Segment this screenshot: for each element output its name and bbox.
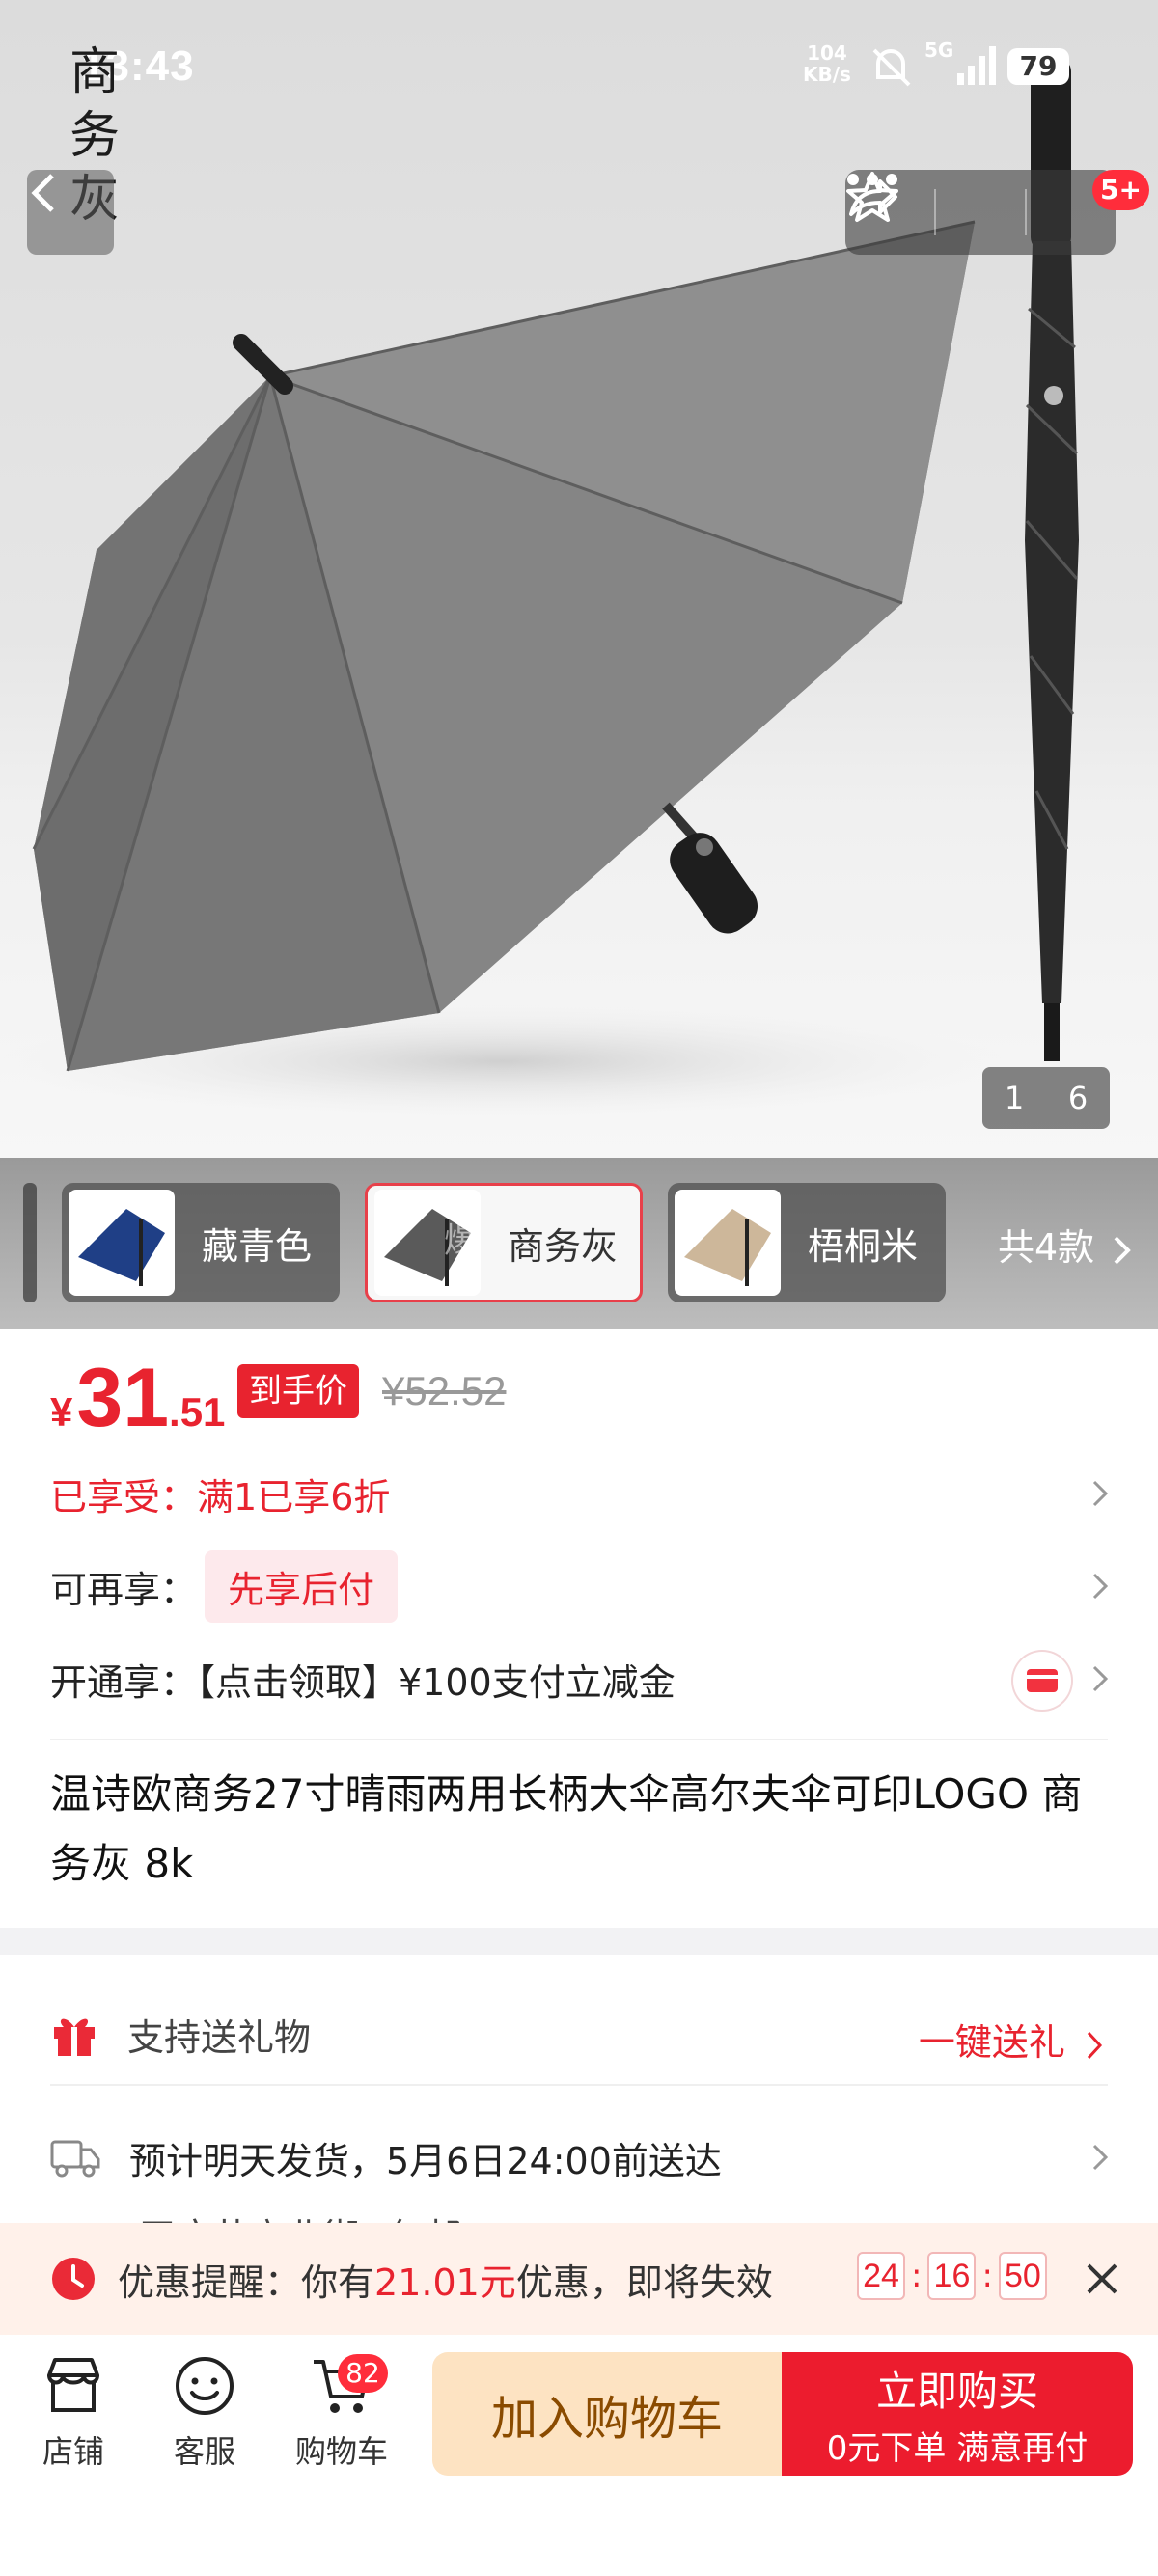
gift-label: 支持送礼物 — [127, 2015, 312, 2059]
variant-chip-navy[interactable]: 藏青色 — [62, 1183, 340, 1302]
battery-indicator: 79 — [1007, 48, 1069, 85]
reminder-prefix: 优惠提醒：你有 — [118, 2261, 375, 2304]
promo-more-prefix: 可再享： — [50, 1568, 198, 1611]
header-actions — [845, 170, 1116, 255]
payment-coupon-text: 开通享：【点击领取】¥100支付立减金 — [50, 1660, 676, 1704]
buy-now-label: 立即购买 — [875, 2368, 1038, 2415]
status-bar: 13:43 104 KB/s 5G 79 — [0, 0, 1158, 135]
chevron-right-icon — [1087, 2031, 1103, 2059]
chevron-right-icon — [1092, 1665, 1109, 1692]
gift-icon — [54, 2018, 95, 2056]
shop-label: 店铺 — [41, 2433, 104, 2470]
shipping-row[interactable]: 预计明天发货，5月6日24:00前送达 — [50, 2119, 1112, 2196]
more-dots-icon — [847, 174, 897, 185]
payment-coupon-row[interactable]: 开通享：【点击领取】¥100支付立减金 — [50, 1640, 1112, 1717]
variant-chip-gray[interactable]: 商务灰 — [365, 1183, 643, 1302]
service-card: 支持送礼物 一键送礼 预计明天发货，5月6日24:00前送达 王府井商业街包邮 — [0, 1955, 1158, 2244]
variant-name: 梧桐米 — [808, 1224, 919, 1268]
signal-5g-label: 5G — [924, 39, 954, 62]
chevron-right-icon — [1114, 1236, 1132, 1264]
cart-label: 购物车 — [294, 2433, 388, 2470]
original-price: ¥52.52 — [382, 1368, 507, 1413]
countdown-minutes: 16 — [927, 2252, 977, 2300]
message-badge: 5+ — [1092, 170, 1149, 210]
close-icon[interactable] — [1081, 2258, 1123, 2300]
variant-selector: 藏青色 商务灰 梧桐米 爆 共4款 — [0, 1158, 1158, 1329]
credit-card-icon — [1013, 1652, 1071, 1710]
countdown-separator: : — [981, 2257, 993, 2295]
back-button[interactable] — [27, 170, 114, 255]
buy-now-button[interactable]: 立即购买 0元下单 满意再付 — [782, 2352, 1133, 2476]
chevron-right-icon — [1092, 1573, 1109, 1600]
truck-icon — [50, 2140, 100, 2178]
variant-overlay-char: 商 — [69, 43, 121, 101]
cart-count-badge: 82 — [338, 2354, 388, 2393]
divider — [50, 1739, 1108, 1740]
buy-now-subtitle: 0元下单 满意再付 — [826, 2429, 1089, 2468]
share-button[interactable] — [849, 170, 1025, 255]
variant-name: 藏青色 — [202, 1224, 313, 1268]
product-title: 温诗欧商务27寸晴雨两用长柄大伞高尔夫伞可印LOGO 商务灰 8k — [50, 1770, 1083, 1887]
variant-thumbnail — [374, 1190, 481, 1296]
network-speed-unit: KB/s — [803, 63, 851, 86]
add-to-cart-button[interactable]: 加入购物车 — [432, 2352, 782, 2476]
countdown-hours: 24 — [857, 2252, 905, 2300]
promo-enjoyed-text: 满1已享6折 — [197, 1475, 391, 1519]
countdown-seconds: 50 — [998, 2252, 1047, 2300]
smile-chat-icon — [176, 2357, 234, 2415]
reminder-amount: 21.01元 — [374, 2261, 516, 2304]
promo-more-row[interactable]: 可再享： 先享后付 — [50, 1548, 1112, 1625]
store-icon — [47, 2358, 99, 2412]
promo-enjoyed-prefix: 已享受： — [50, 1475, 198, 1519]
price-decimal: .51 — [169, 1389, 226, 1435]
countdown-timer: 24 : 16 : 50 — [857, 2252, 1047, 2300]
network-speed-value: 104 — [807, 41, 847, 65]
variant-thumbnail — [675, 1190, 781, 1296]
variant-chip-beige[interactable]: 梧桐米 — [668, 1183, 946, 1302]
send-gift-link[interactable]: 一键送礼 — [919, 2013, 1106, 2066]
chevron-right-icon — [1092, 2144, 1109, 2171]
product-image-gallery[interactable]: 13:43 104 KB/s 5G 79 商 务 灰 5+ — [0, 0, 1158, 1158]
reminder-text: 优惠提醒：你有21.01元优惠，即将失效 — [118, 2253, 773, 2306]
shop-tab[interactable]: 店铺 — [6, 2354, 141, 2489]
variant-count-label: 共4款 — [998, 1226, 1095, 1269]
chevron-right-icon — [1092, 1480, 1109, 1507]
final-price-tag: 到手价 — [237, 1364, 359, 1418]
send-gift-label: 一键送礼 — [918, 2021, 1065, 2064]
current-price: ¥ 31 .51 — [50, 1351, 225, 1457]
all-variants-link[interactable]: 共4款 — [998, 1218, 1133, 1271]
clock-icon — [52, 2258, 95, 2300]
variant-overlay-char: 务 — [69, 107, 121, 165]
delivery-estimate: 预计明天发货，5月6日24:00前送达 — [129, 2139, 722, 2182]
customer-service-tab[interactable]: 客服 — [137, 2354, 272, 2489]
currency-symbol: ¥ — [50, 1389, 73, 1435]
variant-name: 商务灰 — [508, 1224, 619, 1268]
chevron-left-icon — [31, 174, 54, 212]
customer-service-label: 客服 — [173, 2433, 235, 2470]
countdown-separator: : — [911, 2257, 923, 2295]
network-speed: 104 KB/s — [803, 42, 851, 85]
gift-row[interactable]: 支持送礼物 一键送礼 — [50, 1995, 1112, 2072]
variant-chip-partial[interactable] — [23, 1183, 37, 1302]
pager-current: 1 — [1004, 1080, 1025, 1116]
promo-enjoyed-row[interactable]: 已享受： 满1已享6折 — [50, 1455, 1112, 1532]
reminder-suffix: 优惠，即将失效 — [515, 2261, 773, 2304]
coupon-reminder-bar[interactable]: 优惠提醒：你有21.01元优惠，即将失效 24 : 16 : 50 — [0, 2223, 1158, 2335]
variant-thumbnail — [69, 1190, 175, 1296]
pay-later-pill: 先享后付 — [205, 1549, 399, 1623]
product-info-card: ¥ 31 .51 到手价 ¥52.52 已享受： 满1已享6折 可再享： 先享后… — [0, 1329, 1158, 1928]
price-integer: 31 — [76, 1352, 170, 1444]
pager-total: 6 — [1067, 1080, 1089, 1116]
bottom-action-bar: 店铺 客服 购物车 82 加入购物车 立即购买 0元下单 满意再付 — [0, 2335, 1158, 2576]
divider — [50, 2084, 1108, 2086]
image-pager: 1 6 — [982, 1067, 1110, 1129]
